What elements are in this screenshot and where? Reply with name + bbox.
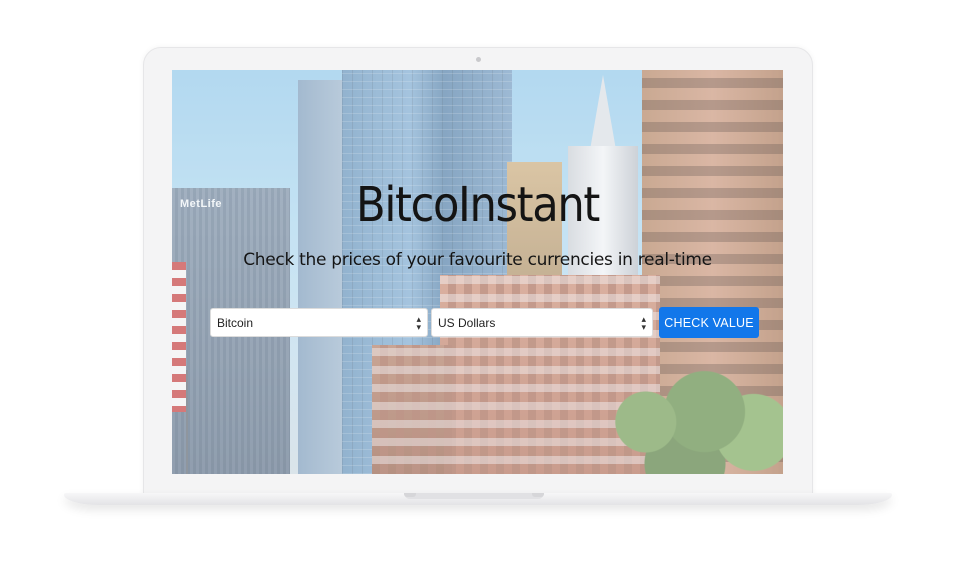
up-down-arrows-icon: ▴ ▾ [641,314,646,332]
fiat-select[interactable]: US Dollars ▴ ▾ [431,308,653,337]
laptop-screen: MetLife BitcoInstant Check the prices of… [172,70,783,474]
crypto-select[interactable]: Bitcoin ▴ ▾ [210,308,428,337]
laptop-foot-left [404,493,416,497]
up-down-arrows-icon: ▴ ▾ [416,314,421,332]
fiat-select-value: US Dollars [438,316,496,330]
crypto-select-value: Bitcoin [217,316,254,330]
check-value-button[interactable]: CHECK VALUE [659,307,759,338]
camera-icon [476,57,481,62]
laptop-foot-right [532,493,544,497]
laptop-notch [404,493,544,499]
page-subtitle: Check the prices of your favourite curre… [243,250,712,270]
page-title: BitcoInstant [356,177,600,233]
background-overlay [172,70,783,474]
